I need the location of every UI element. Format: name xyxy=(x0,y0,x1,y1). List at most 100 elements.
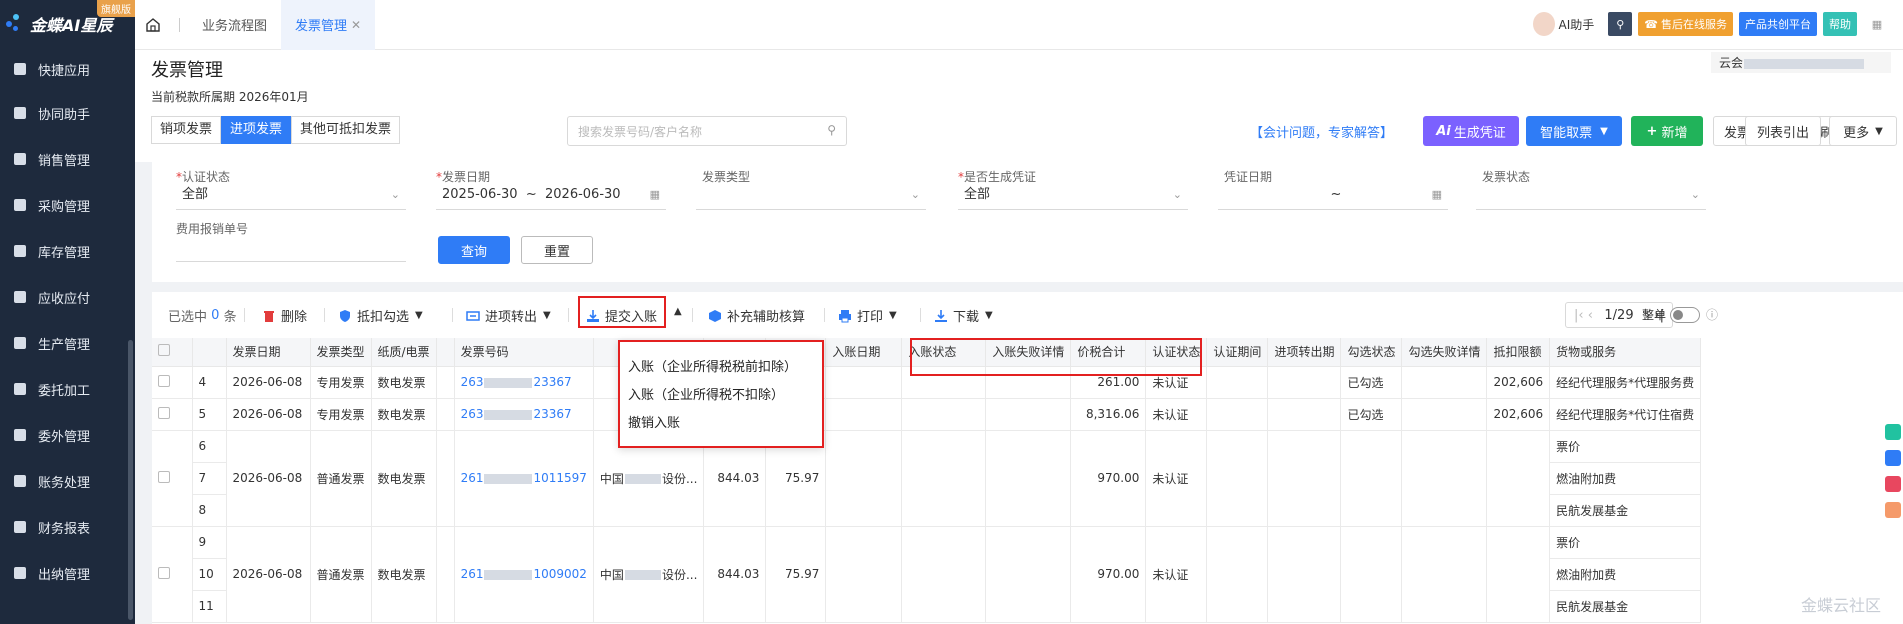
ai-helper-button[interactable]: AI助手 xyxy=(1532,12,1594,36)
gift-icon[interactable] xyxy=(1885,502,1901,518)
sidebar-item-label: 应收应付 xyxy=(38,291,91,307)
checkbox-cell[interactable] xyxy=(152,526,193,623)
home-button[interactable] xyxy=(135,0,171,50)
column-header[interactable]: 发票类型 xyxy=(310,338,372,367)
deduct-check-button[interactable]: 抵扣勾选 ▼ xyxy=(338,306,423,325)
help-button[interactable]: 帮助 xyxy=(1823,12,1857,36)
date-to[interactable]: 2026-06-30 xyxy=(545,187,621,202)
search-input[interactable]: 搜索发票号码/客户名称 ⚲ xyxy=(567,116,847,146)
print-button[interactable]: 打印 ▼ xyxy=(838,306,897,325)
column-header[interactable]: 货物或服务 xyxy=(1549,338,1702,367)
reset-button[interactable]: 重置 xyxy=(521,236,593,264)
menu-item-revoke-entry[interactable]: 撤销入账 xyxy=(628,410,814,438)
tab-invoice-management[interactable]: 发票管理 ✕ xyxy=(281,0,376,50)
gen-voucher-button[interactable]: Ai 生成凭证 xyxy=(1423,116,1519,146)
column-header[interactable]: 勾选状态 xyxy=(1340,338,1403,367)
invoice-number-link[interactable]: 263 23367 xyxy=(454,398,594,431)
chat-icon[interactable] xyxy=(1885,450,1901,466)
sidebar-item-6[interactable]: 生产管理 xyxy=(0,320,135,366)
user-avatar[interactable]: ▦ xyxy=(1863,12,1891,36)
delete-button[interactable]: 删除 xyxy=(262,306,307,325)
entry-date xyxy=(825,430,903,527)
column-header[interactable]: 勾选失败详情 xyxy=(1401,338,1488,367)
entry-fail-detail xyxy=(985,430,1072,527)
column-header[interactable]: 发票号码 xyxy=(454,338,594,367)
search-button[interactable]: ⚲ xyxy=(1608,12,1633,36)
sidebar-item-3[interactable]: 采购管理 xyxy=(0,182,135,228)
sidebar-item-5[interactable]: 应收应付 xyxy=(0,274,135,320)
add-new-button[interactable]: + 新增 xyxy=(1631,116,1703,146)
export-button[interactable]: 列表引出 xyxy=(1745,116,1821,146)
invoice-number-link[interactable]: 263 23367 xyxy=(454,366,594,399)
outsource-icon xyxy=(12,427,28,443)
submit-entry-toggle[interactable]: ▲ xyxy=(674,306,682,317)
checkbox-cell[interactable] xyxy=(152,366,193,399)
invoice-type-select[interactable]: ⌄ xyxy=(696,182,926,210)
voucher-date-range[interactable]: ~ ▦ xyxy=(1218,182,1448,210)
expense-no-input[interactable] xyxy=(176,234,406,262)
invoice-number-link[interactable]: 261 1009002 xyxy=(454,526,594,623)
toggle-switch[interactable] xyxy=(1669,306,1700,323)
row-checkbox[interactable] xyxy=(158,470,170,483)
invoice-status-select[interactable]: ⌄ xyxy=(1476,182,1706,210)
column-header[interactable]: 认证期间 xyxy=(1206,338,1269,367)
column-header[interactable]: 入账日期 xyxy=(825,338,903,367)
close-icon[interactable]: ✕ xyxy=(351,18,361,32)
tab-process-flow[interactable]: 业务流程图 xyxy=(188,0,281,50)
row-checkbox[interactable] xyxy=(158,406,170,419)
feedback-icon[interactable] xyxy=(1885,476,1901,492)
column-header[interactable]: 进项转出期 xyxy=(1267,338,1342,367)
invoice-number-link[interactable]: 261 1011597 xyxy=(454,430,594,527)
sidebar-item-7[interactable]: 委托加工 xyxy=(0,366,135,412)
date-from[interactable]: 2025-06-30 xyxy=(442,187,518,202)
question-icon[interactable] xyxy=(1885,424,1901,440)
select-all-checkbox[interactable] xyxy=(158,344,170,357)
sidebar-item-1[interactable]: 协同助手 xyxy=(0,90,135,136)
tab-other-deductible[interactable]: 其他可抵扣发票 xyxy=(291,116,401,144)
auth-status-select[interactable]: 全部 ⌄ xyxy=(176,182,406,210)
sidebar-item-0[interactable]: 快捷应用 xyxy=(0,48,135,90)
sidebar-item-10[interactable]: 财务报表 xyxy=(0,504,135,550)
download-button[interactable]: 下载 ▼ xyxy=(934,306,993,325)
whole-order-toggle[interactable]: 整单 ⓘ xyxy=(1642,306,1718,323)
column-header[interactable]: 发票日期 xyxy=(226,338,311,367)
tab-sales-invoice[interactable]: 销项发票 xyxy=(151,116,222,144)
query-button[interactable]: 查询 xyxy=(438,236,510,264)
tab-input-invoice[interactable]: 进项发票 xyxy=(221,116,292,144)
expert-link[interactable]: 【会计问题，专家解答】 xyxy=(1250,116,1393,146)
column-header[interactable] xyxy=(192,338,227,367)
help-circle-icon[interactable]: ⓘ xyxy=(1706,306,1718,323)
column-header[interactable]: 纸质/电票 xyxy=(371,338,437,367)
supplement-button[interactable]: 补充辅助核算 xyxy=(708,306,805,325)
table-row[interactable]: 52026-06-08专用发票数电发票263233674470.728,316.… xyxy=(152,398,1702,431)
column-header[interactable] xyxy=(436,338,455,367)
menu-item-entry-deduct[interactable]: 入账（企业所得税税前扣除） xyxy=(628,354,814,382)
check-fail-detail xyxy=(1401,430,1488,527)
sidebar-item-8[interactable]: 委外管理 xyxy=(0,412,135,458)
invoice-date-range[interactable]: 2025-06-30 ~ 2026-06-30 ▦ xyxy=(436,182,666,210)
community-button[interactable]: 产品共创平台 xyxy=(1739,12,1817,36)
chevron-down-icon[interactable]: ▼ xyxy=(1600,126,1608,137)
voucher-generated-select[interactable]: 全部 ⌄ xyxy=(958,182,1188,210)
smart-fetch-button[interactable]: 智能取票 ▼ xyxy=(1526,116,1622,146)
row-checkbox[interactable] xyxy=(158,566,170,579)
column-header[interactable]: 抵扣限额 xyxy=(1486,338,1551,367)
sidebar-item-11[interactable]: 出纳管理 xyxy=(0,550,135,596)
table-row[interactable]: 9 2026-06-08 普通发票 数电发票 261 1009002 中国 设份... 844.… xyxy=(152,526,1702,623)
app-logo[interactable]: 金蝶AI星辰 旗舰版 xyxy=(0,0,135,48)
more-button[interactable]: 更多 ▼ xyxy=(1829,116,1897,146)
first-prev-icon[interactable]: |‹ ‹ xyxy=(1574,308,1593,323)
sidebar-scrollbar[interactable] xyxy=(128,340,133,620)
input-transfer-button[interactable]: 进项转出 ▼ xyxy=(466,306,551,325)
row-checkbox[interactable] xyxy=(158,374,170,387)
sidebar-item-2[interactable]: 销售管理 xyxy=(0,136,135,182)
table-row[interactable]: 6 2026-06-08 普通发票 数电发票 261 1011597 中国 设份... 844.… xyxy=(152,430,1702,527)
org-selector[interactable]: 云会 xyxy=(1711,52,1891,73)
sidebar-item-4[interactable]: 库存管理 xyxy=(0,228,135,274)
column-header[interactable] xyxy=(152,338,193,367)
menu-item-entry-no-deduct[interactable]: 入账（企业所得税不扣除） xyxy=(628,382,814,410)
sidebar-item-9[interactable]: 账务处理 xyxy=(0,458,135,504)
checkbox-cell[interactable] xyxy=(152,430,193,527)
after-sales-button[interactable]: ☎ 售后在线服务 xyxy=(1638,12,1733,36)
checkbox-cell[interactable] xyxy=(152,398,193,431)
